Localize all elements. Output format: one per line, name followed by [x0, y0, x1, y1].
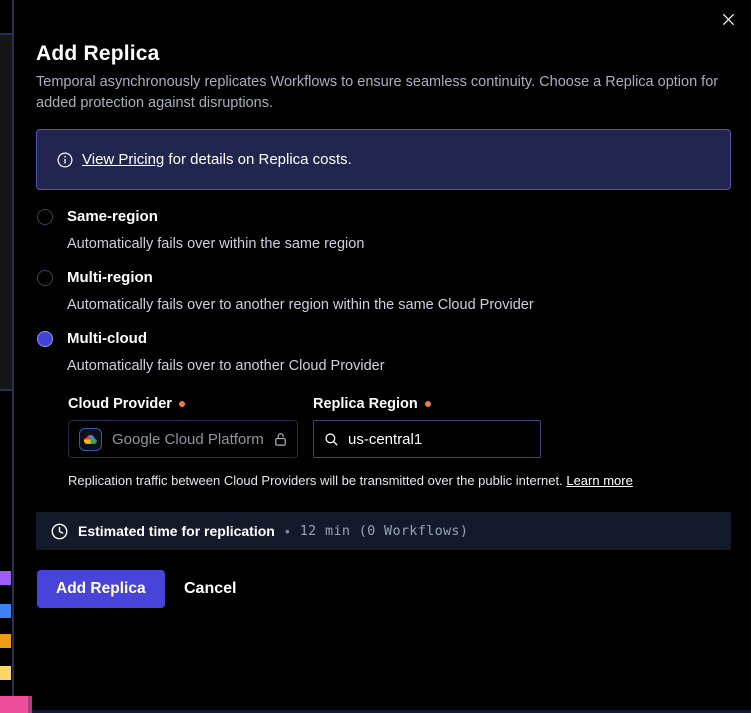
replica-region-field: [313, 420, 541, 458]
google-cloud-icon: [79, 428, 102, 451]
backdrop-bar-pink: [0, 696, 28, 713]
estimate-separator: •: [285, 523, 290, 539]
option-description: Automatically fails over to another regi…: [67, 296, 534, 315]
cloud-provider-value: Google Cloud Platform: [112, 431, 264, 448]
estimate-value: 12 min (0 Workflows): [300, 523, 469, 539]
view-pricing-link[interactable]: View Pricing: [82, 151, 164, 168]
replica-region-label-text: Replica Region: [313, 396, 418, 412]
cloud-provider-label: Cloud Provider: [68, 396, 185, 412]
clock-icon: [51, 523, 68, 540]
required-dot: [179, 401, 185, 407]
backdrop-bar-pink-edge: [28, 696, 32, 713]
cloud-provider-label-text: Cloud Provider: [68, 396, 172, 412]
traffic-note-text: Replication traffic between Cloud Provid…: [68, 473, 566, 488]
option-label: Same-region: [67, 207, 364, 226]
add-replica-button[interactable]: Add Replica: [37, 570, 165, 608]
pricing-banner-rest: for details on Replica costs.: [164, 151, 352, 168]
estimate-banner: Estimated time for replication • 12 min …: [36, 512, 731, 550]
replica-region-label: Replica Region: [313, 396, 431, 412]
required-dot: [425, 401, 431, 407]
option-same-region[interactable]: Same-region Automatically fails over wit…: [37, 207, 364, 254]
lock-open-icon: [273, 432, 288, 447]
option-label: Multi-region: [67, 268, 534, 287]
cloud-provider-select[interactable]: Google Cloud Platform: [68, 420, 298, 458]
close-button[interactable]: [717, 8, 739, 30]
option-description: Automatically fails over within the same…: [67, 235, 364, 254]
radio-same-region[interactable]: [37, 209, 53, 225]
pricing-banner-text: View Pricing for details on Replica cost…: [82, 151, 352, 168]
info-icon: [57, 152, 73, 168]
backdrop-bar-purple: [0, 571, 11, 585]
backdrop-bar-blue: [0, 604, 11, 618]
option-label: Multi-cloud: [67, 329, 385, 348]
option-description: Automatically fails over to another Clou…: [67, 357, 385, 376]
estimate-label: Estimated time for replication: [78, 523, 275, 539]
backdrop-card-edge: [0, 35, 12, 389]
pricing-banner: View Pricing for details on Replica cost…: [36, 129, 731, 190]
radio-multi-cloud[interactable]: [37, 331, 53, 347]
backdrop-bar-yellow: [0, 666, 11, 680]
replica-region-input[interactable]: [348, 431, 530, 448]
backdrop-vertical-border: [12, 0, 14, 713]
search-icon: [324, 432, 339, 447]
radio-multi-region[interactable]: [37, 270, 53, 286]
option-multi-region[interactable]: Multi-region Automatically fails over to…: [37, 268, 534, 315]
screen: Add Replica Temporal asynchronously repl…: [0, 0, 751, 713]
option-multi-cloud[interactable]: Multi-cloud Automatically fails over to …: [37, 329, 385, 376]
learn-more-link[interactable]: Learn more: [566, 473, 632, 488]
cancel-button[interactable]: Cancel: [170, 570, 250, 608]
backdrop-bar-orange: [0, 634, 11, 648]
close-icon: [721, 12, 736, 27]
modal-title: Add Replica: [36, 42, 160, 66]
traffic-note: Replication traffic between Cloud Provid…: [68, 473, 633, 488]
modal-description: Temporal asynchronously replicates Workf…: [36, 72, 736, 114]
